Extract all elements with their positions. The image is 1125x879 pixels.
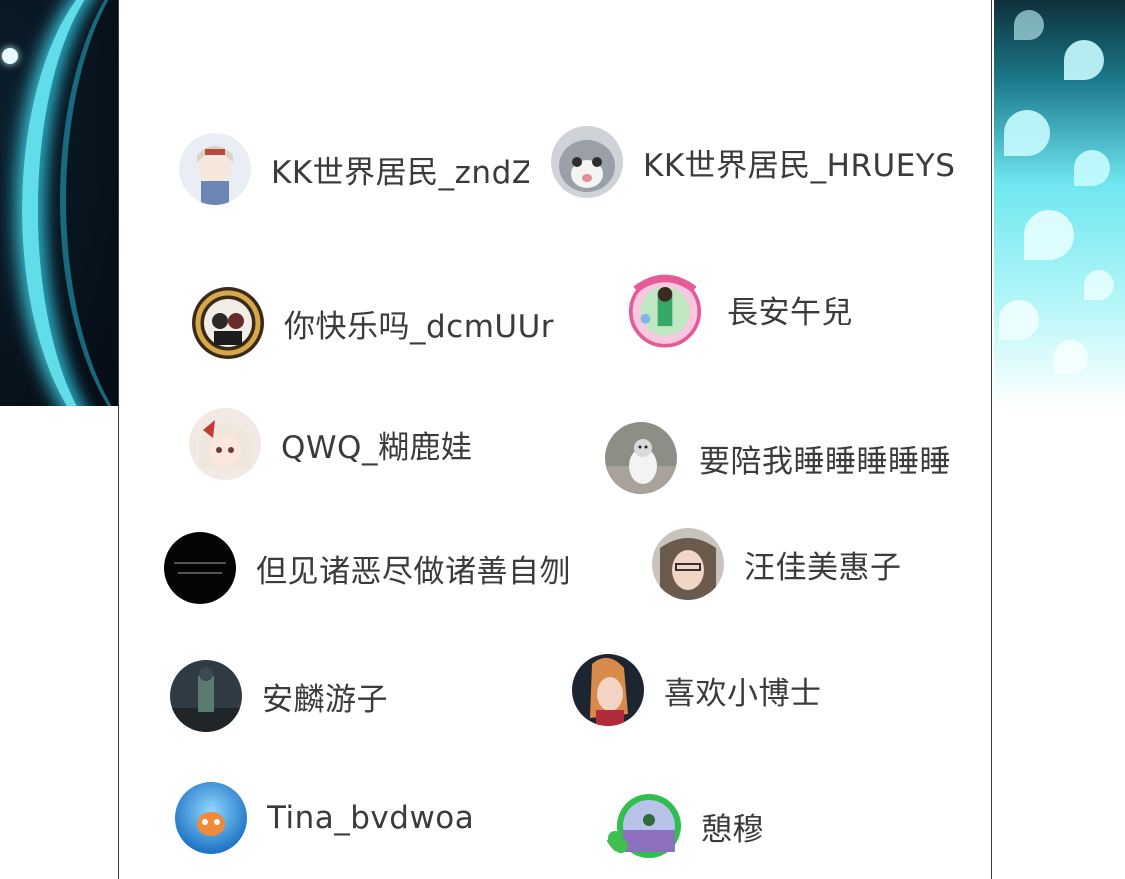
user-item[interactable]: QWQ_糊鹿娃 bbox=[189, 408, 472, 480]
user-avatar[interactable] bbox=[192, 287, 264, 359]
user-avatar[interactable] bbox=[621, 265, 709, 353]
user-item[interactable]: 安麟游子 bbox=[170, 660, 388, 732]
user-name: KK世界居民_HRUEYS bbox=[643, 147, 956, 184]
user-name: 但见诸恶尽做诸善自刎 bbox=[256, 553, 571, 590]
user-avatar[interactable] bbox=[179, 133, 251, 205]
right-flower-background bbox=[994, 0, 1125, 406]
user-avatar[interactable] bbox=[164, 532, 236, 604]
user-avatar[interactable] bbox=[605, 422, 677, 494]
user-list-panel: KK世界居民_zndZ KK世界居民_HRUEYS 你快乐吗_dcmUUr 長安… bbox=[118, 0, 992, 879]
user-item[interactable]: 你快乐吗_dcmUUr bbox=[192, 287, 554, 359]
user-item[interactable]: 汪佳美惠子 bbox=[652, 528, 902, 600]
user-avatar[interactable] bbox=[551, 126, 623, 198]
user-avatar[interactable] bbox=[175, 782, 247, 854]
user-name: 喜欢小博士 bbox=[664, 675, 822, 712]
user-item[interactable]: 長安午兒 bbox=[621, 265, 853, 353]
user-item[interactable]: 但见诸恶尽做诸善自刎 bbox=[164, 532, 571, 604]
user-avatar[interactable] bbox=[572, 654, 644, 726]
user-name: 憩穆 bbox=[701, 811, 764, 848]
user-item[interactable]: KK世界居民_HRUEYS bbox=[551, 126, 955, 198]
user-item[interactable]: 憩穆 bbox=[603, 790, 764, 862]
user-name: 要陪我睡睡睡睡睡 bbox=[699, 443, 951, 480]
user-avatar[interactable] bbox=[652, 528, 724, 600]
user-item[interactable]: Tina_bvdwoa bbox=[175, 782, 474, 854]
left-anime-background bbox=[0, 0, 119, 406]
user-name: 安麟游子 bbox=[262, 681, 388, 718]
user-name: 汪佳美惠子 bbox=[744, 549, 902, 586]
user-name: 長安午兒 bbox=[727, 294, 853, 331]
user-name: 你快乐吗_dcmUUr bbox=[284, 308, 555, 345]
user-name: KK世界居民_zndZ bbox=[271, 154, 529, 191]
user-item[interactable]: 喜欢小博士 bbox=[572, 654, 822, 726]
user-avatar[interactable] bbox=[603, 790, 687, 862]
screen: KK世界居民_zndZ KK世界居民_HRUEYS 你快乐吗_dcmUUr 長安… bbox=[0, 0, 1125, 879]
user-item[interactable]: 要陪我睡睡睡睡睡 bbox=[605, 422, 951, 494]
user-avatar[interactable] bbox=[189, 408, 261, 480]
user-avatar[interactable] bbox=[170, 660, 242, 732]
user-name: Tina_bvdwoa bbox=[267, 800, 475, 836]
user-name: QWQ_糊鹿娃 bbox=[281, 429, 473, 466]
user-item[interactable]: KK世界居民_zndZ bbox=[179, 133, 529, 205]
